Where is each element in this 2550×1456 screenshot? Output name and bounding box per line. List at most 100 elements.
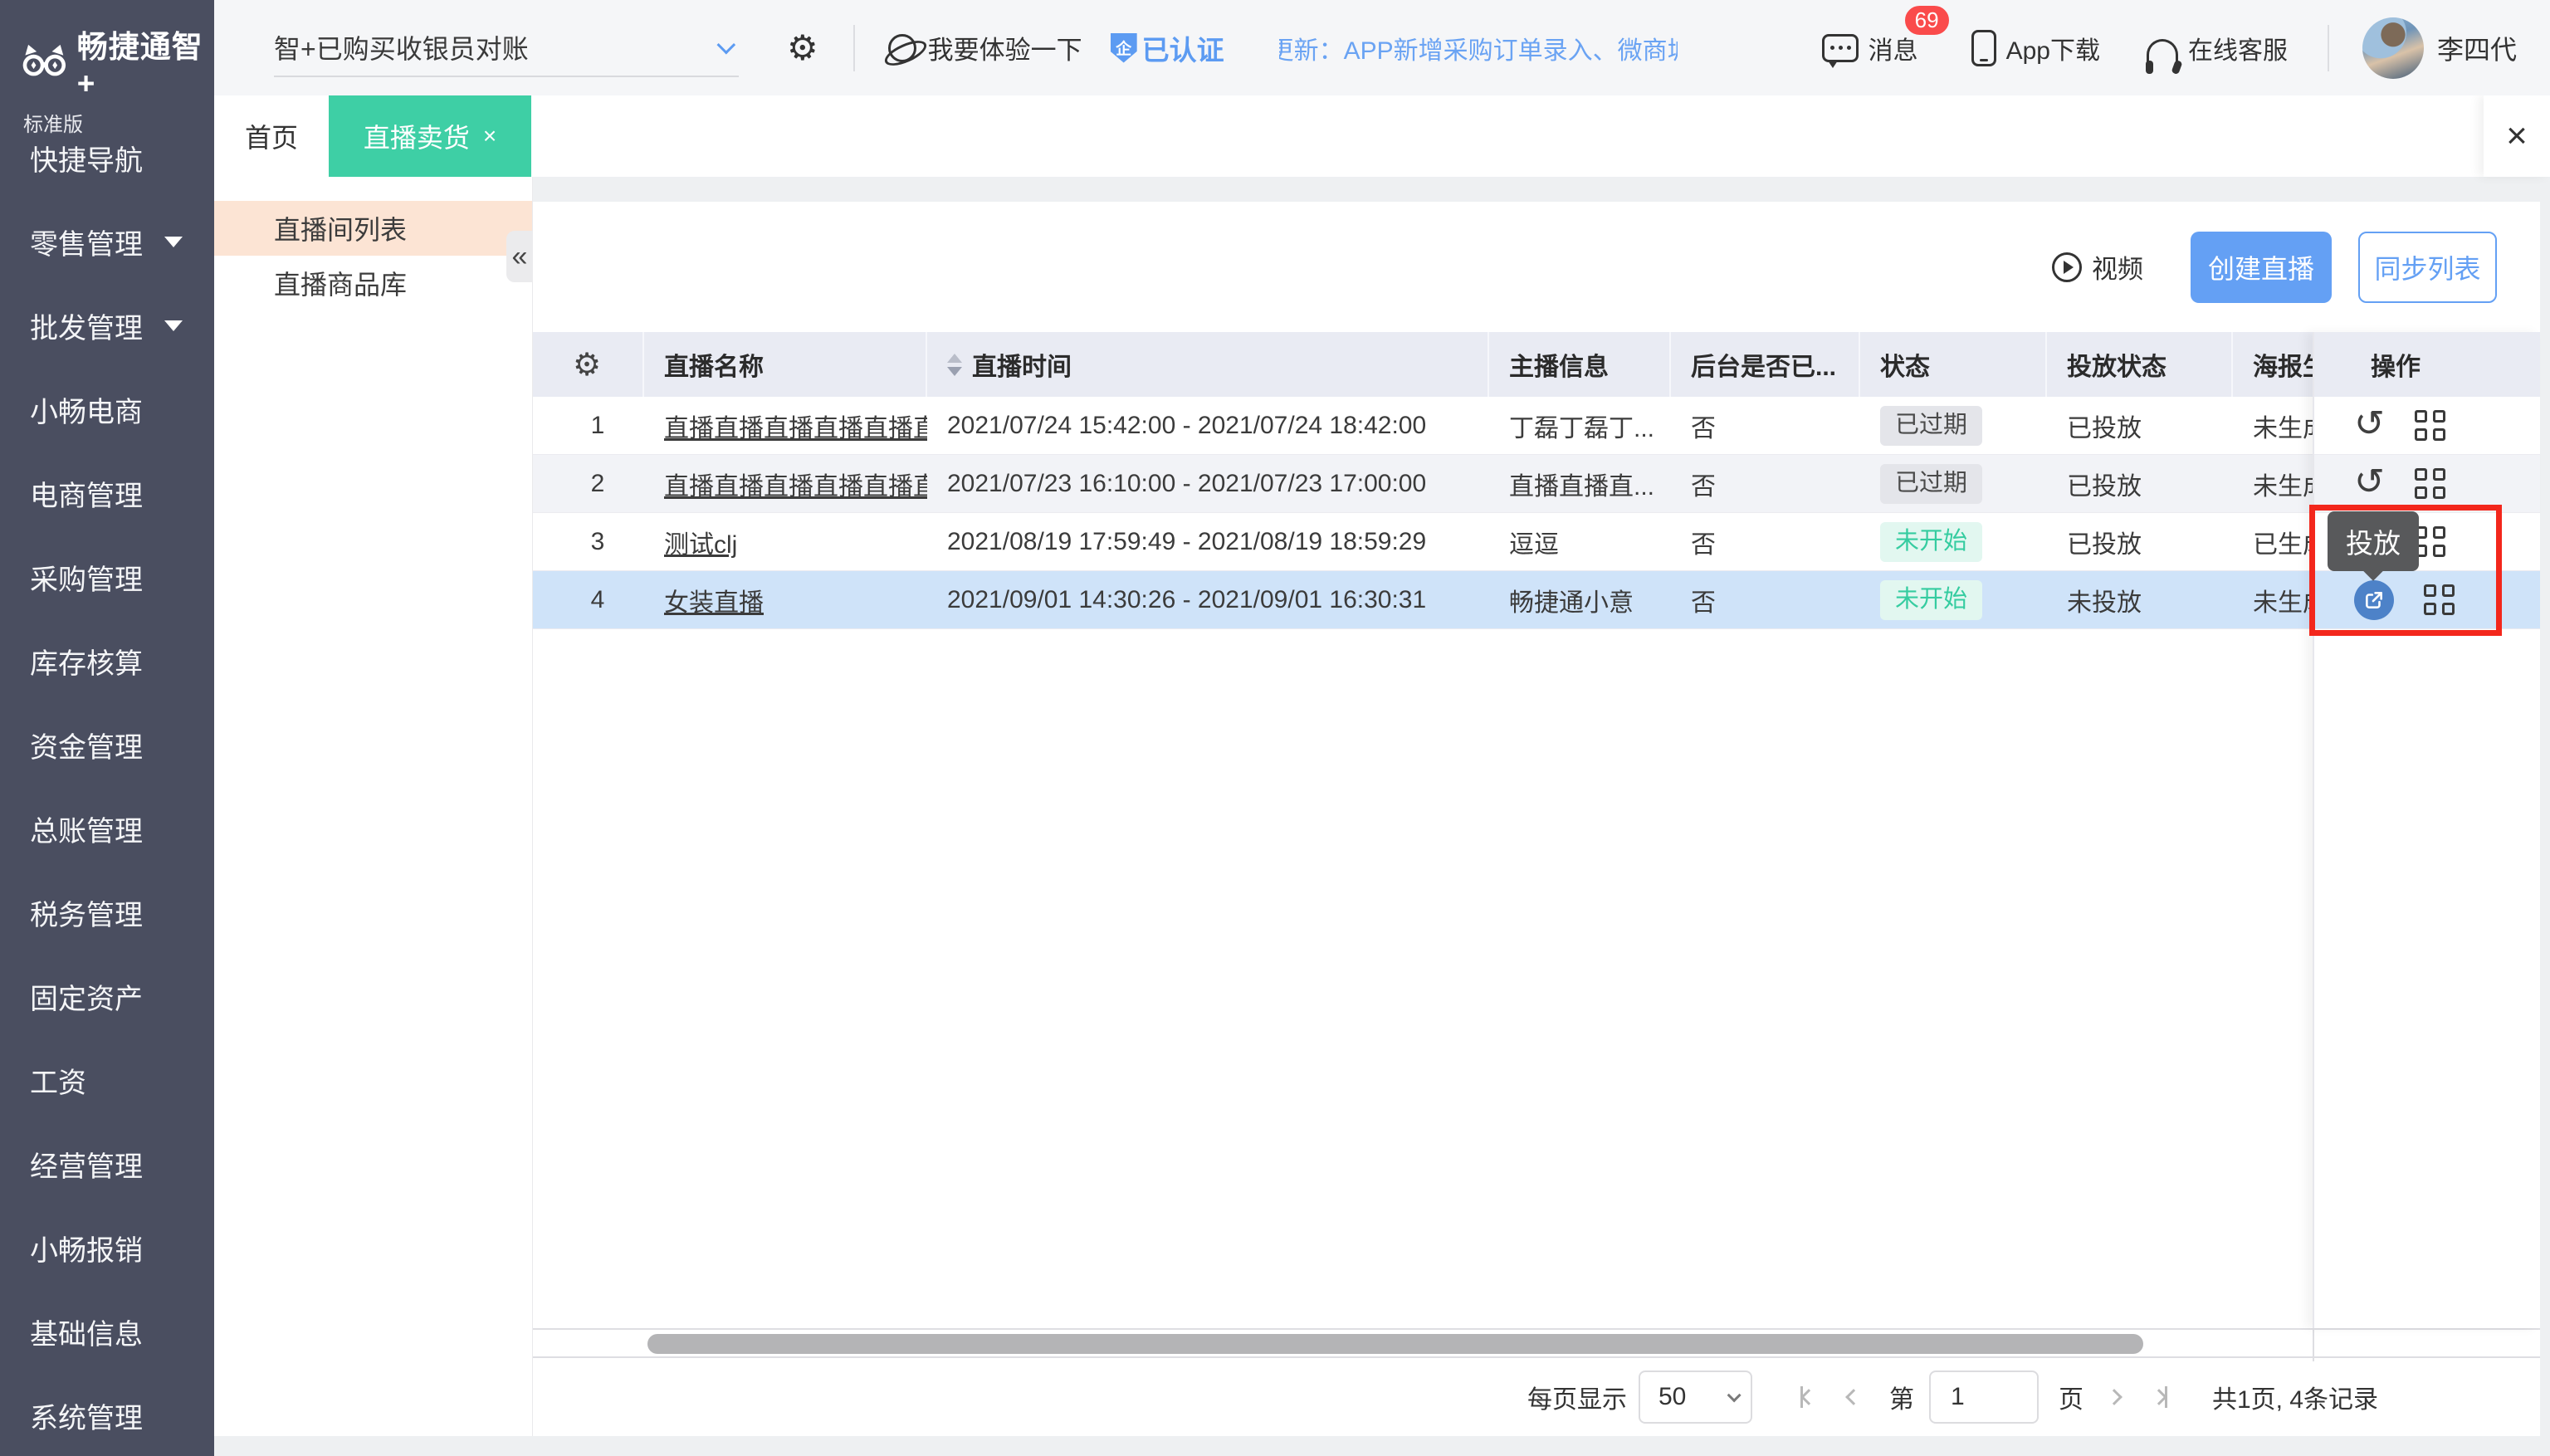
table-row-2[interactable]: 2直播直播直播直播直播直播直播2021/07/23 16:10:00 - 202… — [531, 455, 2457, 513]
sidebar-item-label: 批发管理 — [30, 305, 143, 346]
sidebar-item-11[interactable]: 工资 — [0, 1038, 214, 1122]
sort-icon[interactable] — [947, 354, 962, 376]
sidebar-item-label: 小畅电商 — [30, 389, 143, 430]
sidebar-item-label: 小畅报销 — [30, 1228, 143, 1268]
row-index: 4 — [531, 571, 644, 629]
sidebar-item-label: 工资 — [30, 1060, 86, 1101]
messages-button[interactable]: 消息 69 — [1822, 30, 1918, 66]
notice-ticker[interactable]: 更新：APP新增采购订单录入、微商城新增【 — [1279, 30, 1678, 66]
collapse-icon[interactable]: « — [506, 231, 533, 282]
sidebar-item-14[interactable]: 基础信息 — [0, 1290, 214, 1374]
qr-grid-icon[interactable] — [2415, 526, 2445, 557]
online-service-button[interactable]: 在线客服 — [2147, 30, 2288, 66]
video-help-link[interactable]: 视频 — [2052, 248, 2143, 286]
live-name-link[interactable]: 测试clj — [664, 524, 737, 560]
avatar[interactable] — [2362, 17, 2424, 79]
backend-cell: 否 — [1671, 513, 1860, 571]
sidebar-item-label: 总账管理 — [30, 809, 143, 849]
col-header-operations: 操作 — [2314, 332, 2540, 397]
column-settings-gear-icon[interactable]: ⚙ — [573, 346, 601, 384]
table-row-3[interactable]: 3 测试clj 2021/08/19 17:59:49 - 2021/08/19 1… — [531, 513, 2457, 571]
table-row-4[interactable]: 4 女装直播 2021/09/01 14:30:26 - 2021/09/01 16… — [531, 571, 2457, 629]
col-header-delivery[interactable]: 投放状态 — [2047, 332, 2233, 397]
deliver-button[interactable] — [2354, 580, 2394, 620]
row-index: 1 — [531, 397, 644, 455]
row-index: 3 — [531, 513, 644, 571]
live-time-cell: 2021/09/01 14:30:26 - 2021/09/01 16:30:3… — [927, 571, 1489, 629]
live-name-link[interactable]: 女装直播 — [664, 582, 764, 618]
live-name-link[interactable]: 直播直播直播直播直播直播直播 — [664, 466, 927, 502]
close-all-tabs-button[interactable]: × — [2484, 95, 2550, 177]
user-name[interactable]: 李四代 — [2437, 29, 2517, 67]
sidebar-item-2[interactable]: 批发管理 — [0, 284, 214, 368]
per-page-select[interactable]: 50 — [1639, 1370, 1752, 1424]
create-live-button[interactable]: 创建直播 — [2191, 232, 2332, 303]
anchor-info-cell: 直播直播直... — [1489, 455, 1671, 513]
status-badge: 已过期 — [1880, 406, 1982, 445]
per-page-value: 50 — [1658, 1383, 1686, 1411]
sidebar-item-10[interactable]: 固定资产 — [0, 955, 214, 1038]
tab-live-selling[interactable]: 直播卖货 × — [329, 95, 531, 177]
rollback-icon[interactable]: ↺ — [2354, 406, 2385, 442]
sidebar-menu: 快捷导航零售管理批发管理小畅电商电商管理采购管理库存核算资金管理总账管理税务管理… — [0, 98, 214, 1456]
sidebar-item-13[interactable]: 小畅报销 — [0, 1206, 214, 1290]
sidebar-item-6[interactable]: 库存核算 — [0, 619, 214, 703]
backend-cell: 否 — [1671, 397, 1860, 455]
sidebar-item-4[interactable]: 电商管理 — [0, 452, 214, 535]
rollback-icon[interactable]: ↺ — [2354, 464, 2385, 501]
live-name-link[interactable]: 直播直播直播直播直播直播直播 — [664, 408, 927, 444]
sidebar-item-9[interactable]: 税务管理 — [0, 871, 214, 955]
main-sidebar: 畅捷通智+ 标准版 快捷导航零售管理批发管理小畅电商电商管理采购管理库存核算资金… — [0, 0, 214, 1456]
page-number-input[interactable] — [1929, 1370, 2039, 1424]
col-header-time[interactable]: 直播时间 — [927, 332, 1489, 397]
op-cell-row-1: ↺ — [2314, 397, 2540, 455]
sync-list-button[interactable]: 同步列表 — [2358, 232, 2497, 303]
sidebar-item-1[interactable]: 零售管理 — [0, 200, 214, 284]
qr-grid-icon[interactable] — [2424, 584, 2455, 615]
table-row-1[interactable]: 1直播直播直播直播直播直播直播2021/07/24 15:42:00 - 202… — [531, 397, 2457, 455]
video-label: 视频 — [2092, 248, 2143, 286]
app-download-button[interactable]: App下载 — [1971, 30, 2100, 66]
sidebar-item-5[interactable]: 采购管理 — [0, 535, 214, 619]
tab-home[interactable]: 首页 — [214, 95, 329, 177]
live-name-cell: 直播直播直播直播直播直播直播 — [644, 397, 927, 455]
next-page-button[interactable] — [2108, 1391, 2120, 1403]
prev-page-button[interactable] — [1848, 1391, 1859, 1403]
certified-badge[interactable]: 企 已认证 — [1111, 28, 1224, 68]
last-page-button[interactable] — [2153, 1386, 2167, 1408]
qr-grid-icon[interactable] — [2415, 410, 2445, 441]
first-page-button[interactable] — [1800, 1386, 1815, 1408]
live-time-cell: 2021/08/19 17:59:49 - 2021/08/19 18:59:2… — [927, 513, 1489, 571]
col-header-anchor[interactable]: 主播信息 — [1489, 332, 1671, 397]
table-header: ⚙ 直播名称 直播时间 主播信息 后台是否已... 状态 投放状态 海报生成状态 — [531, 332, 2457, 397]
col-header-status[interactable]: 状态 — [1860, 332, 2047, 397]
caret-down-icon — [164, 320, 183, 331]
sidebar-item-15[interactable]: 系统管理 — [0, 1374, 214, 1456]
tab-close-icon[interactable]: × — [483, 125, 496, 148]
table-body: 1直播直播直播直播直播直播直播2021/07/24 15:42:00 - 202… — [531, 397, 2457, 629]
workspace-select-value: 智+已购买收银员对账 — [274, 28, 529, 66]
gear-icon[interactable]: ⚙ — [787, 31, 818, 66]
col-header-name[interactable]: 直播名称 — [644, 332, 927, 397]
sidebar-item-label: 经营管理 — [30, 1144, 143, 1185]
status-badge: 未开始 — [1880, 580, 1982, 619]
sidebar-item-8[interactable]: 总账管理 — [0, 787, 214, 871]
sidebar-item-7[interactable]: 资金管理 — [0, 703, 214, 787]
delivery-status-cell: 已投放 — [2047, 513, 2233, 571]
sidebar-item-label: 税务管理 — [30, 892, 143, 933]
sidebar-item-3[interactable]: 小畅电商 — [0, 368, 214, 452]
experience-link[interactable]: 我要体验一下 — [928, 29, 1082, 66]
subnav-item-live-room-list[interactable]: 直播间列表 — [214, 201, 532, 256]
sidebar-item-12[interactable]: 经营管理 — [0, 1122, 214, 1206]
col-header-backend[interactable]: 后台是否已... — [1671, 332, 1860, 397]
records-summary: 共1页, 4条记录 — [2212, 1379, 2378, 1415]
operation-column: 操作 ↺↺↺ — [2313, 332, 2540, 1328]
subnav-item-live-goods[interactable]: 直播商品库 — [214, 256, 532, 310]
op-cell-row-2: ↺ — [2314, 455, 2540, 513]
col-header-time-label: 直播时间 — [972, 346, 1072, 383]
scrollbar-thumb[interactable] — [647, 1334, 2143, 1354]
workspace-select[interactable]: 智+已购买收银员对账 — [274, 19, 739, 77]
fixed-column-divider — [2313, 1328, 2314, 1361]
caret-down-icon — [164, 237, 183, 247]
qr-grid-icon[interactable] — [2415, 468, 2445, 499]
